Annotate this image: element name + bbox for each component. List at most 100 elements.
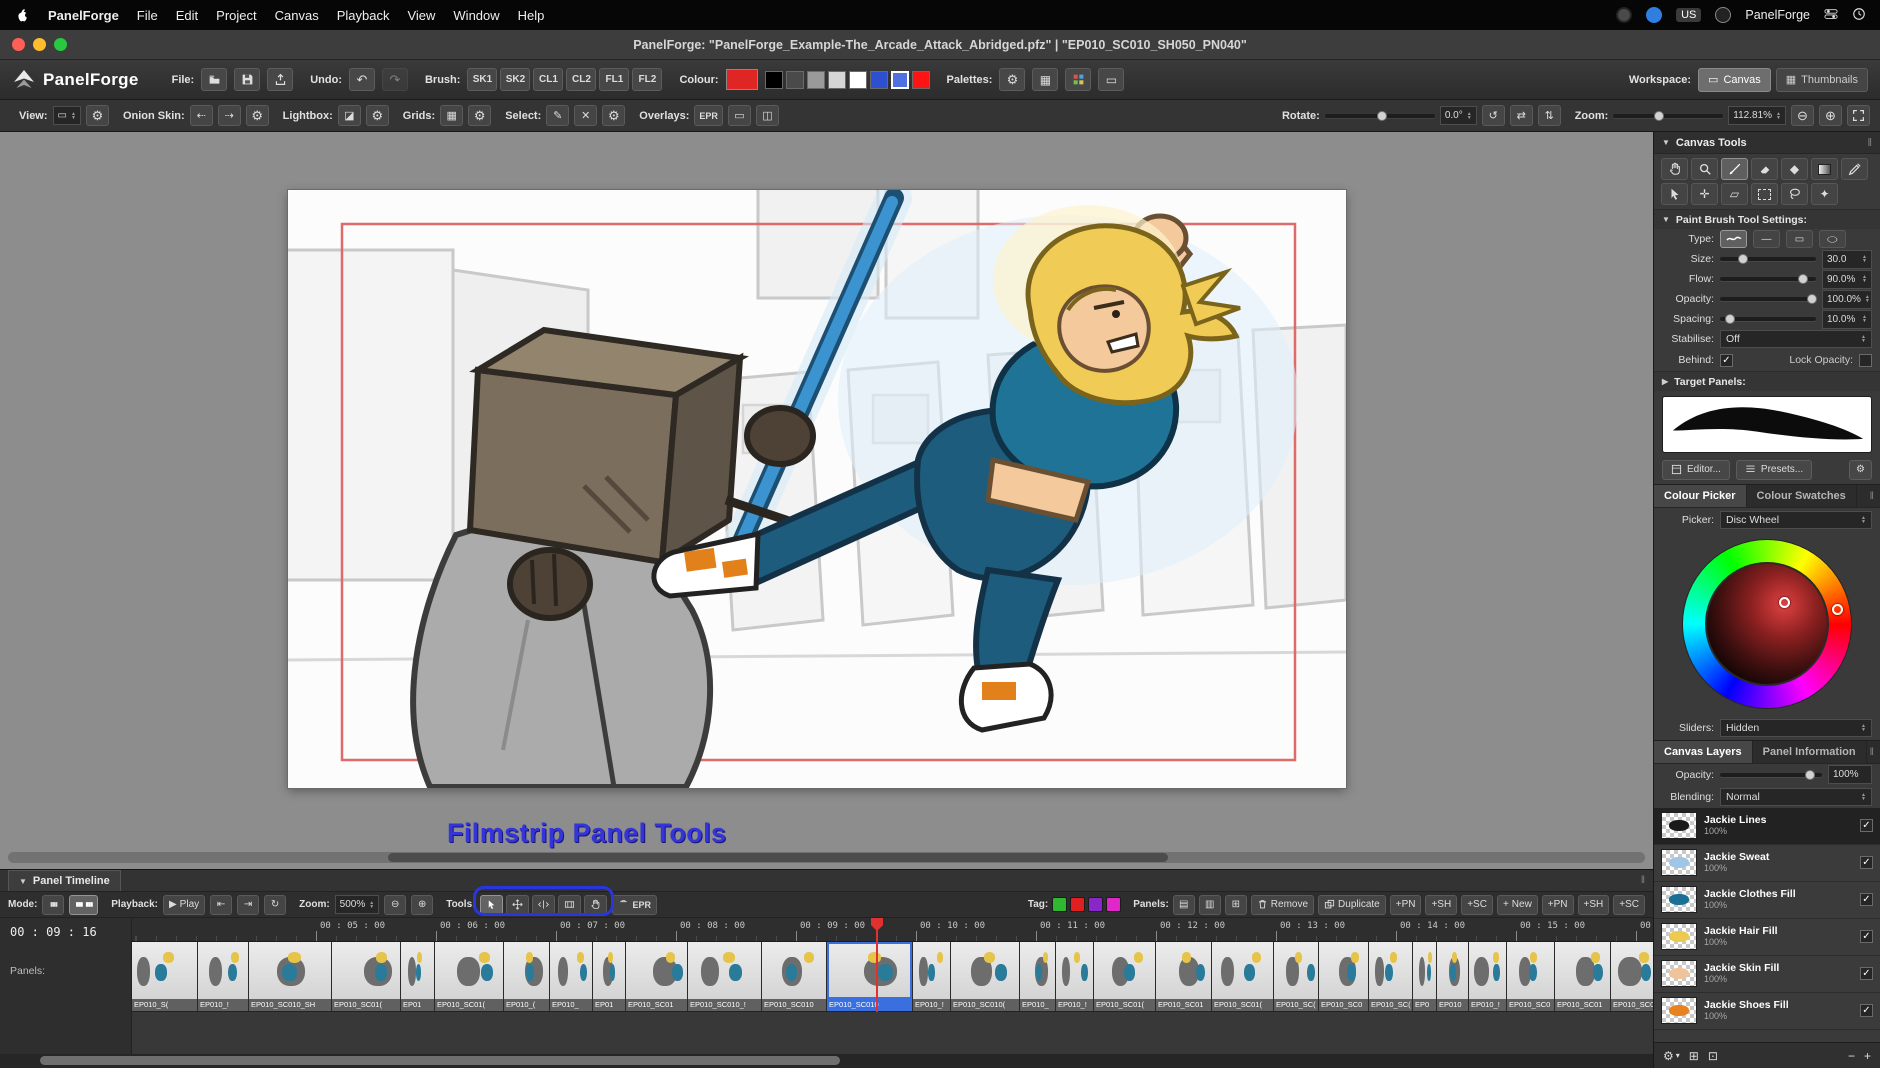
opacity-value-box[interactable]: 100.0% ▲ ▼ [1822,289,1872,309]
hand-pan-tool-button[interactable] [584,894,608,915]
panel-pn-button[interactable]: +PN [1541,894,1574,915]
play-button[interactable]: ▶ Play [162,894,206,915]
timeline-clip[interactable]: EP010_! [1056,942,1094,1011]
export-file-button[interactable] [267,68,294,91]
tab-colour-swatches[interactable]: Colour Swatches [1747,484,1857,507]
skip-to-start-button[interactable]: ⇤ [210,894,233,915]
brush-slot-fl2[interactable]: FL2 [632,68,663,91]
timeline-title-tab[interactable]: ▼ Panel Timeline [8,870,121,891]
blending-dropdown[interactable]: Normal ▲ ▼ [1720,787,1872,806]
layer-visibility-checkbox[interactable]: ✓ [1860,1004,1873,1017]
timeline-clip[interactable]: EP010_SC0 [1319,942,1369,1011]
brush-slot-fl1[interactable]: FL1 [599,68,630,91]
collapse-triangle-icon[interactable]: ▼ [1662,215,1670,224]
timeline-clip[interactable]: EP0 [1413,942,1437,1011]
brush-type-line-button[interactable]: — [1753,230,1780,248]
record-status-icon[interactable] [1616,7,1633,23]
overlays-frame-button[interactable]: ▭ [727,105,751,126]
lock-opacity-checkbox[interactable] [1859,353,1872,367]
flow-slider[interactable] [1720,274,1816,284]
overlays-epr-button[interactable]: EPR [694,105,723,126]
panel-grip[interactable]: ‖ [1870,741,1880,763]
brush-slot-sk2[interactable]: SK2 [500,68,531,91]
grids-toggle-button[interactable]: ▦ [440,105,464,126]
colour-swatch[interactable] [911,70,930,89]
opacity-slider[interactable] [1720,294,1818,304]
layer-row[interactable]: Jackie Shoes Fill 100% ✓ [1654,992,1880,1030]
rotate-reset-button[interactable]: ↺ [1481,105,1505,126]
timeline-epr-button[interactable]: EPR [612,894,657,915]
close-window-button[interactable] [12,38,25,51]
panel-grip[interactable]: ‖ [1870,485,1880,507]
current-colour-swatch[interactable] [725,69,758,90]
timeline-clip[interactable]: EP010_! [198,942,249,1011]
timeline-clip[interactable]: EP010_SC01( [435,942,504,1011]
zoom-out-button[interactable]: ⊖ [1791,105,1814,126]
flow-value-box[interactable]: 90.0% ▲ ▼ [1822,269,1872,289]
panel-pn-button[interactable]: +PN [1389,894,1422,915]
view-settings-button[interactable]: ⚙ [85,105,109,126]
layer-visibility-checkbox[interactable]: ✓ [1860,893,1873,906]
panels-layout2-button[interactable]: ▥ [1198,894,1221,915]
timeline-clip[interactable]: EP01 [593,942,626,1011]
active-app-name[interactable]: PanelForge [1745,8,1810,22]
mode-single-strip-button[interactable]: ▮▮▮ [42,894,65,915]
panel-grip[interactable]: ‖ [1867,137,1872,149]
layer-visibility-checkbox[interactable]: ✓ [1860,930,1873,943]
select-settings-button[interactable]: ⚙ [602,105,626,126]
canvas-tools-header[interactable]: ▼ Canvas Tools ‖ [1654,132,1880,154]
colour-swatch[interactable] [848,70,867,89]
brush-settings-gear[interactable]: ⚙ [1849,459,1872,480]
control-center-icon[interactable] [1824,7,1838,24]
timeline-clip[interactable]: EP010_ [550,942,593,1011]
timeline-clip[interactable]: EP010_SC010_! [688,942,762,1011]
panel-sc-button[interactable]: +SC [1613,894,1645,915]
timeline-clip[interactable]: EP010_! [913,942,951,1011]
new-layer-button[interactable]: + [1864,1049,1871,1063]
timeline-clip[interactable]: EP010_SC( [1369,942,1413,1011]
tag-colour-button[interactable] [1052,897,1068,912]
move-tool[interactable] [1661,183,1688,205]
menu-item-help[interactable]: Help [518,8,545,23]
remove-layer-button[interactable]: − [1848,1049,1855,1063]
menu-item-window[interactable]: Window [453,8,499,23]
timeline-clip[interactable]: EP010_SC01 [1555,942,1611,1011]
timeline-clip[interactable]: EP010_SC01 [1156,942,1212,1011]
layer-row[interactable]: Jackie Skin Fill 100% ✓ [1654,955,1880,993]
canvas-scrollbar-thumb[interactable] [388,853,1168,862]
workspace-thumbnails-button[interactable]: ▦ Thumbnails [1775,67,1868,92]
new-panel-button[interactable]: + New [1496,894,1538,915]
marquee-select-tool[interactable] [1751,183,1778,205]
gradient-tool[interactable] [1811,158,1838,180]
minimize-window-button[interactable] [33,38,46,51]
zoom-slider[interactable] [1613,110,1724,121]
timeline-clip[interactable]: EP010 [1437,942,1469,1011]
collapse-triangle-icon[interactable]: ▼ [1662,138,1670,147]
select-pen-button[interactable]: ✎ [546,105,570,126]
clock-icon[interactable] [1852,7,1866,24]
timeline-clip[interactable]: EP010_SC01( [1212,942,1274,1011]
flip-vertical-button[interactable]: ⇅ [1537,105,1561,126]
select-panel-tool-button[interactable] [480,894,504,915]
add-layer-button[interactable]: ⊞ [1689,1049,1699,1063]
save-file-button[interactable] [234,68,261,91]
filmstrip-panel-tool-button[interactable] [558,894,582,915]
menu-item-canvas[interactable]: Canvas [275,8,319,23]
size-value-box[interactable]: 30.0 ▲ ▼ [1822,249,1872,269]
layer-row[interactable]: Jackie Sweat 100% ✓ [1654,844,1880,882]
lasso-select-tool[interactable] [1781,183,1808,205]
layer-visibility-checkbox[interactable]: ✓ [1860,819,1873,832]
target-panels-header[interactable]: ▶ Target Panels: [1654,371,1880,391]
layer-settings-button[interactable]: ⚙ ▾ [1663,1049,1680,1063]
lightbox-toggle-button[interactable]: ◪ [337,105,361,126]
picker-dropdown[interactable]: Disc Wheel ▲ ▼ [1720,510,1872,529]
timeline-clip[interactable]: EP010_! [1469,942,1507,1011]
apple-menu-icon[interactable] [14,7,30,23]
layer-visibility-checkbox[interactable]: ✓ [1860,967,1873,980]
brush-type-taper-button[interactable] [1720,230,1747,248]
menu-item-file[interactable]: File [137,8,158,23]
timeline-clip[interactable]: EP010_SC010 [827,942,913,1011]
tag-colour-button[interactable] [1070,897,1086,912]
layer-row[interactable]: Jackie Hair Fill 100% ✓ [1654,918,1880,956]
layer-row[interactable]: Jackie Lines 100% ✓ [1654,807,1880,845]
